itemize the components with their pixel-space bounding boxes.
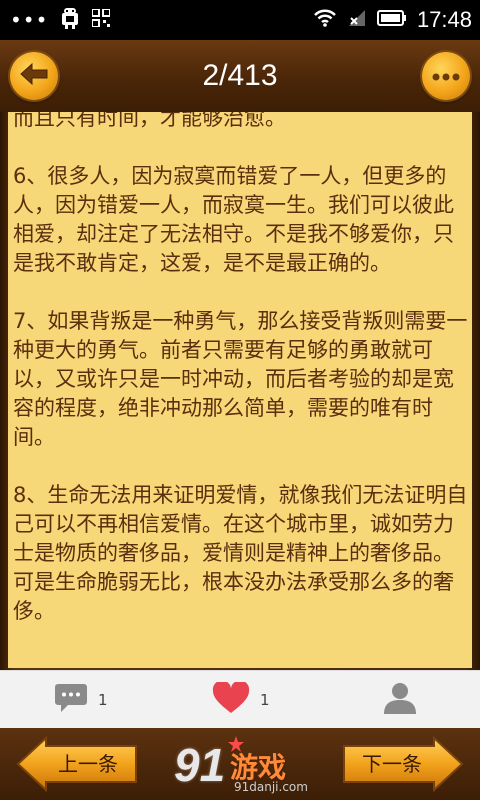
android-robot-icon [60, 7, 80, 33]
like-button[interactable]: 1 [212, 671, 270, 729]
action-bar: 1 1 [0, 670, 480, 729]
more-dots-icon [431, 67, 461, 86]
heart-icon [212, 680, 250, 718]
content-frame: 而且只有时间，才能够治愈。 6、很多人，因为寂寞而错爱了一人，但更多的人，因为错… [0, 112, 480, 670]
wifi-icon [313, 8, 337, 32]
paragraph: 7、如果背叛是一种勇气，那么接受背叛则需要一种更大的勇气。前者只需要有足够的勇敢… [13, 309, 468, 449]
logo-digits: 91 [174, 739, 226, 791]
back-button[interactable] [10, 52, 58, 100]
paragraph: 而且只有时间，才能够治愈。 [13, 112, 286, 130]
comment-icon [54, 682, 88, 718]
next-button[interactable]: 下一条 [342, 736, 464, 792]
article-scroll-area[interactable]: 而且只有时间，才能够治愈。 6、很多人，因为寂寞而错爱了一人，但更多的人，因为错… [8, 112, 472, 668]
more-options-button[interactable] [422, 52, 470, 100]
article-text: 而且只有时间，才能够治愈。 6、很多人，因为寂寞而错爱了一人，但更多的人，因为错… [13, 112, 469, 655]
paragraph: 8、生命无法用来证明爱情，就像我们无法证明自己可以不再相信爱情。在这个城市里，诚… [13, 483, 468, 623]
like-count: 1 [260, 691, 270, 709]
logo-url: 91danji.com [234, 780, 308, 794]
paragraph: 6、很多人，因为寂寞而错爱了一人，但更多的人，因为错爱一人，而寂寞一生。我们可以… [13, 164, 454, 275]
previous-label: 上一条 [58, 752, 118, 776]
comment-count: 1 [98, 691, 108, 709]
page-indicator: 2/413 [202, 59, 278, 92]
battery-icon [376, 9, 407, 31]
notification-dots-icon: ••• [10, 8, 49, 32]
no-signal-icon [347, 8, 367, 32]
qr-code-icon [91, 8, 112, 31]
user-profile-button[interactable] [382, 671, 418, 729]
watermark-logo: 91 游戏 91danji.com [168, 736, 316, 798]
comment-button[interactable]: 1 [54, 671, 108, 729]
clock: 17:48 [416, 7, 472, 32]
back-arrow-icon [19, 62, 49, 90]
previous-button[interactable]: 上一条 [16, 736, 138, 792]
next-label: 下一条 [362, 752, 422, 776]
user-icon [382, 681, 418, 719]
header-bar: 2/413 [0, 40, 480, 114]
status-bar: ••• 17:48 [0, 0, 480, 40]
